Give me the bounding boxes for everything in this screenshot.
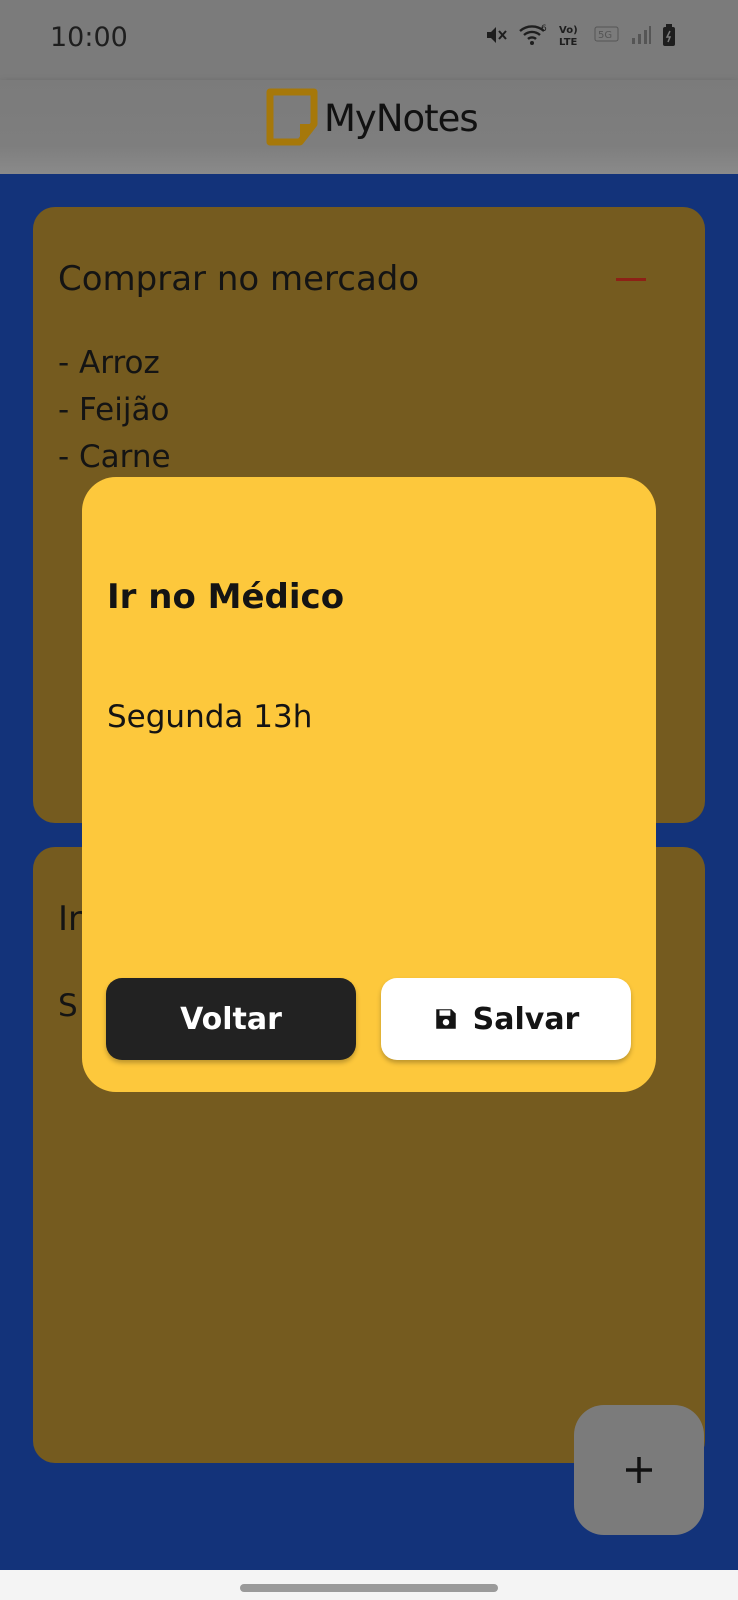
save-button[interactable]: Salvar — [381, 978, 631, 1060]
note-dialog: Ir no Médico Segunda 13h Voltar Salvar — [82, 477, 656, 1092]
wifi-icon: 6 — [519, 24, 547, 45]
status-bar: 10:00 6 Vo) LTE 5G — [0, 0, 738, 80]
plus-icon — [626, 1457, 652, 1483]
svg-text:6: 6 — [541, 24, 547, 34]
dialog-body[interactable]: Segunda 13h — [107, 699, 312, 735]
svg-text:LTE: LTE — [559, 37, 578, 48]
app-header: MyNotes — [0, 80, 738, 174]
remove-note-button[interactable] — [615, 267, 647, 291]
note-body: S — [58, 988, 78, 1024]
svg-text:5G: 5G — [598, 30, 612, 41]
battery-icon — [663, 24, 675, 46]
app-title: MyNotes — [324, 96, 479, 140]
status-icons: 6 Vo) LTE 5G — [484, 22, 676, 48]
home-handle[interactable] — [240, 1584, 498, 1592]
mute-icon — [487, 27, 507, 43]
add-note-button[interactable] — [574, 1405, 704, 1535]
save-button-label: Salvar — [472, 1001, 580, 1037]
5g-icon: 5G — [594, 26, 619, 42]
minus-icon — [616, 277, 646, 281]
back-button-label: Voltar — [180, 1001, 282, 1037]
volte-icon: Vo)LTE — [559, 25, 578, 48]
svg-text:Vo): Vo) — [559, 25, 578, 36]
app-logo: MyNotes — [266, 88, 479, 148]
system-nav-bar — [0, 1570, 738, 1600]
floppy-disk-icon — [435, 1009, 456, 1029]
status-time: 10:00 — [50, 22, 128, 53]
note-title: Comprar no mercado — [58, 259, 420, 299]
back-button[interactable]: Voltar — [106, 978, 356, 1060]
note-logo-icon — [266, 88, 318, 146]
signal-icon — [632, 26, 651, 44]
dialog-title[interactable]: Ir no Médico — [107, 577, 344, 617]
note-title: Ir — [58, 899, 83, 939]
note-body: - Arroz - Feijão - Carne — [58, 345, 171, 475]
